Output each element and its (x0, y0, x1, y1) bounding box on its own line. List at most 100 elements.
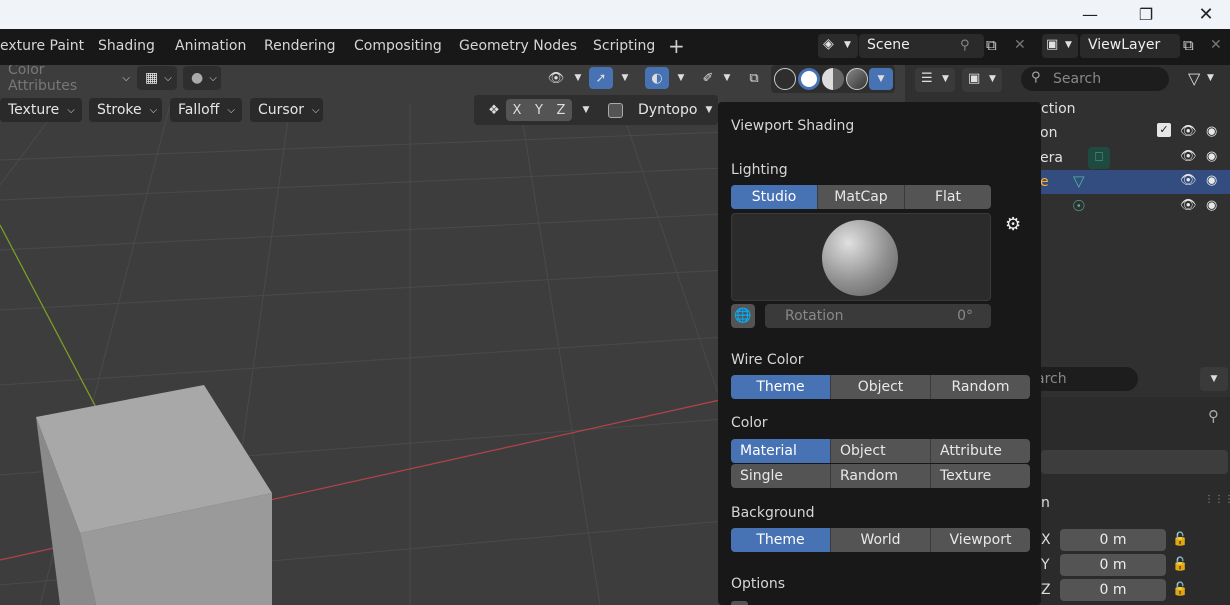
location-x-field[interactable]: 0 m (1060, 529, 1166, 551)
location-z-field[interactable]: 0 m (1060, 579, 1166, 601)
eye-icon[interactable]: 👁 (1180, 149, 1197, 164)
tab-animation[interactable]: Animation (175, 38, 246, 54)
eye-icon[interactable]: 👁 (1180, 124, 1197, 139)
tab-shading[interactable]: Shading (98, 38, 155, 54)
wire-color-random-option[interactable]: Random (930, 375, 1030, 399)
tab-scripting[interactable]: Scripting (593, 38, 655, 54)
chevron-down-icon: ▼ (942, 74, 949, 84)
lighting-flat-option[interactable]: Flat (904, 185, 991, 209)
background-theme-option[interactable]: Theme (731, 528, 830, 552)
camera-render-icon[interactable]: ◉ (1206, 198, 1217, 213)
overlays-icon[interactable]: ◐ (645, 67, 669, 89)
location-y-field[interactable]: 0 m (1060, 554, 1166, 576)
drag-handle-icon[interactable]: ⋮⋮⋮ (1204, 494, 1230, 505)
mesh-data-icon[interactable]: ▽ (1073, 172, 1085, 190)
new-scene-icon[interactable]: ⧉ (986, 36, 997, 54)
display-mode-dropdown[interactable]: ☰ ▼ (915, 68, 955, 92)
lighting-studio-option[interactable]: Studio (731, 185, 817, 209)
background-segmented-control: Theme World Viewport (731, 528, 1030, 552)
outliner-row-light[interactable]: ☉ 👁 ◉ (1040, 195, 1230, 219)
tab-compositing[interactable]: Compositing (354, 38, 442, 54)
wire-color-theme-option[interactable]: Theme (731, 375, 830, 399)
axis-z-toggle[interactable]: Z (550, 99, 572, 121)
chevron-down-icon[interactable]: ▼ (669, 67, 693, 89)
options-checkbox[interactable] (731, 601, 748, 605)
new-viewlayer-icon[interactable]: ⧉ (1183, 36, 1194, 54)
gizmo-icon[interactable]: ➚ (589, 67, 613, 89)
wire-color-object-option[interactable]: Object (830, 375, 930, 399)
solid-shading-icon[interactable] (798, 68, 820, 90)
shading-popover-chevron-icon[interactable]: ▼ (869, 68, 893, 90)
outliner-row-cube[interactable]: e ▽ 👁 ◉ (1040, 170, 1230, 194)
chevron-down-icon[interactable]: ▼ (1200, 367, 1228, 391)
chevron-down-icon[interactable]: ▼ (1207, 73, 1214, 83)
chevron-down-icon[interactable]: ▼ (574, 99, 598, 121)
axis-x-toggle[interactable]: X (506, 99, 528, 121)
camera-data-icon[interactable]: ⎕ (1088, 147, 1110, 169)
close-icon[interactable]: ✕ (1183, 0, 1229, 29)
color-material-option[interactable]: Material (731, 439, 830, 463)
transform-section-label: n (1041, 495, 1050, 511)
rotation-slider[interactable]: Rotation 0° (765, 304, 991, 328)
camera-render-icon[interactable]: ◉ (1206, 124, 1217, 139)
color-object-option[interactable]: Object (830, 439, 930, 463)
material-preview-icon[interactable] (822, 68, 844, 90)
chevron-down-icon[interactable]: ▼ (715, 67, 739, 89)
color-attribute-option[interactable]: Attribute (930, 439, 1030, 463)
cursor-dropdown[interactable]: Cursor ⌵ (250, 98, 323, 122)
lighting-matcap-option[interactable]: MatCap (817, 185, 904, 209)
delete-viewlayer-icon[interactable]: ✕ (1210, 37, 1222, 53)
stroke-dropdown[interactable]: Stroke ⌵ (89, 98, 162, 122)
wireframe-shading-icon[interactable] (774, 68, 796, 90)
background-viewport-option[interactable]: Viewport (930, 528, 1030, 552)
filter-type-dropdown[interactable]: ▣ ▼ (962, 68, 1002, 92)
viewlayer-browse-button[interactable]: ▣ ▼ (1042, 34, 1078, 58)
axis-y-toggle[interactable]: Y (528, 99, 550, 121)
delete-scene-icon[interactable]: ✕ (1014, 37, 1026, 53)
rendered-shading-icon[interactable] (846, 68, 868, 90)
tab-geometry-nodes[interactable]: Geometry Nodes (459, 38, 577, 54)
tab-texture-paint[interactable]: exture Paint (0, 38, 84, 54)
restore-icon[interactable]: ❐ (1123, 0, 1169, 29)
color-texture-option[interactable]: Texture (930, 464, 1030, 488)
snap-dropdown[interactable]: ● ⌵ (183, 66, 221, 90)
color-random-option[interactable]: Random (830, 464, 930, 488)
exclude-checkbox[interactable]: ✓ (1157, 123, 1171, 137)
background-world-option[interactable]: World (830, 528, 930, 552)
transform-pivot-dropdown[interactable]: ▦ ⌵ (137, 66, 177, 90)
object-name-field[interactable] (1041, 450, 1228, 474)
chevron-down-icon[interactable]: ▼ (613, 67, 637, 89)
eye-icon[interactable]: 👁 (1180, 198, 1197, 213)
light-data-icon[interactable]: ☉ (1072, 197, 1085, 215)
pin-icon[interactable]: ⚲ (960, 38, 970, 53)
minimize-icon[interactable]: — (1067, 0, 1113, 29)
color-attributes-dropdown[interactable]: Color Attributes ⌵ (0, 65, 130, 94)
lock-icon[interactable]: 🔓 (1172, 582, 1188, 597)
outliner-row-collection[interactable]: on ✓ 👁 ◉ (1040, 121, 1230, 145)
xray-toggle-icon[interactable]: ⧉ (742, 67, 766, 89)
pin-icon[interactable]: ⚲ (1208, 407, 1219, 425)
lock-icon[interactable]: 🔓 (1172, 557, 1188, 572)
chevron-down-icon[interactable]: ▼ (566, 67, 590, 89)
image-layer-icon: ▣ (1046, 37, 1059, 52)
window-titlebar: — ❐ ✕ (0, 0, 1230, 29)
world-space-lighting-icon[interactable]: 🌐 (731, 304, 755, 328)
outliner-row-camera[interactable]: era ⎕ 👁 ◉ (1040, 146, 1230, 170)
falloff-dropdown[interactable]: Falloff ⌵ (170, 98, 242, 122)
camera-render-icon[interactable]: ◉ (1206, 149, 1217, 164)
scene-browse-button[interactable]: ◈ ▼ (818, 34, 858, 58)
outliner-search-input[interactable]: ⚲ Search (1021, 67, 1169, 91)
lock-icon[interactable]: 🔓 (1172, 532, 1188, 547)
tab-rendering[interactable]: Rendering (264, 38, 336, 54)
add-workspace-icon[interactable]: + (668, 34, 685, 58)
filter-icon[interactable]: ▽ (1188, 69, 1200, 88)
color-single-option[interactable]: Single (731, 464, 830, 488)
gear-icon[interactable]: ⚙ (1005, 214, 1021, 235)
eye-icon[interactable]: 👁 (1180, 173, 1197, 188)
texture-dropdown[interactable]: Texture ⌵ (0, 98, 82, 122)
workspace-tabs-bar: exture Paint Shading Animation Rendering… (0, 29, 1230, 65)
studio-light-preview[interactable] (731, 213, 991, 301)
camera-render-icon[interactable]: ◉ (1206, 173, 1217, 188)
dyntopo-checkbox[interactable] (608, 103, 623, 118)
visibility-icon[interactable]: 👁 (544, 67, 568, 89)
